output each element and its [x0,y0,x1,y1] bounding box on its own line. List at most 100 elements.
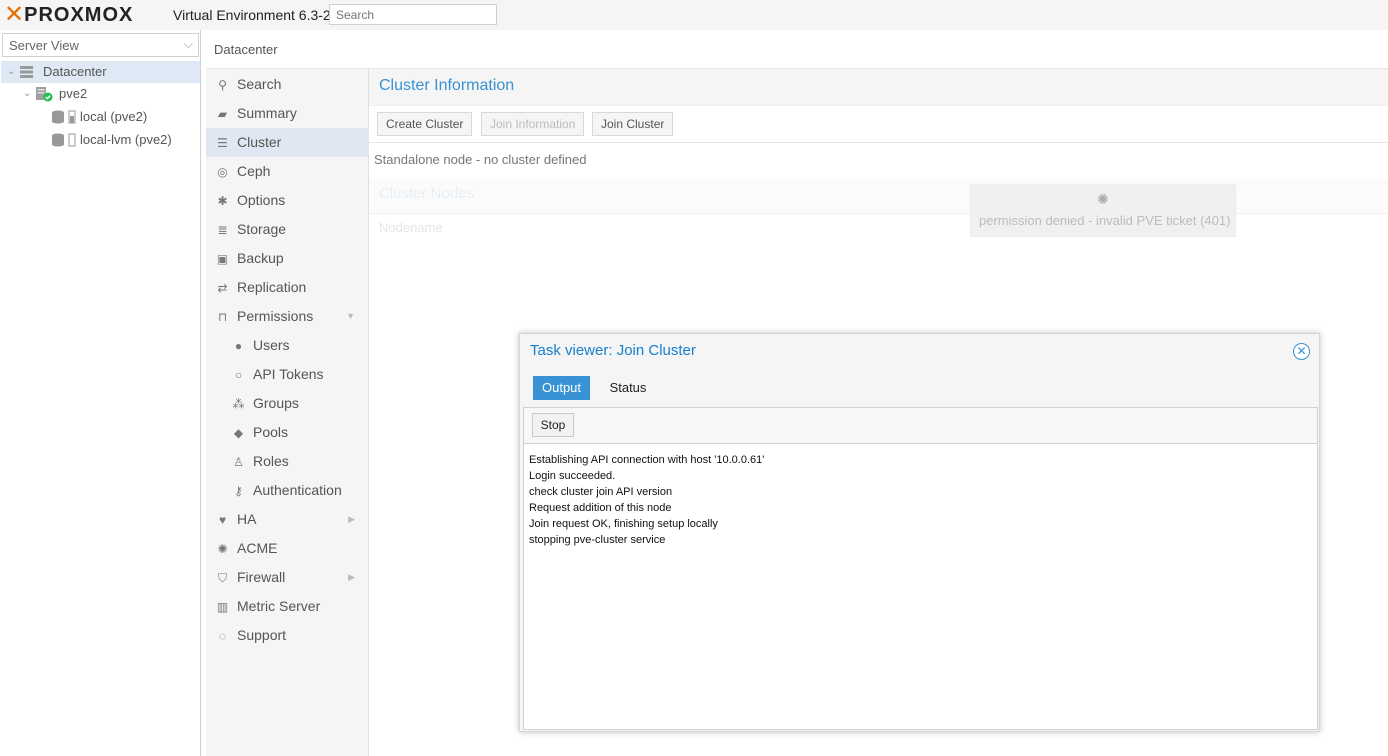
cluster-information-header: Cluster Information [369,69,1388,106]
nav-item-storage[interactable]: ≣ Storage [206,215,369,244]
logo-x-mark: ✕ [4,1,25,28]
nodename-column-header[interactable]: Nodename [379,220,443,235]
nav-item-users[interactable]: ● Users [206,331,369,360]
nav-item-label: Support [237,627,287,643]
storage-icon [52,133,76,147]
nav-item-label: Permissions [237,308,314,324]
log-line: stopping pve-cluster service [529,534,666,546]
nav-item-authentication[interactable]: ⚷ Authentication [206,476,369,505]
cluster-information-title: Cluster Information [379,77,515,94]
datacenter-icon [20,66,33,78]
task-viewer-title: Task viewer: Join Cluster [530,342,696,359]
nav-item-ha[interactable]: ♥ HA ▶ [206,505,369,534]
search-icon: ⚲ [218,78,227,92]
stop-button[interactable]: Stop [532,413,574,437]
tree-item-label: Datacenter [43,64,107,79]
nav-item-label: Backup [237,250,284,266]
nav-item-label: Storage [237,221,287,237]
nav-item-label: Pools [253,424,289,440]
nav-item-label: Options [237,192,286,208]
nav-item-cluster[interactable]: ☰ Cluster [206,128,369,157]
gear-icon: ✱ [217,194,228,208]
nav-item-label: ACME [237,540,278,556]
user-outline-icon: ○ [234,368,243,382]
collapse-icon[interactable]: ⌄ [23,83,31,105]
users-icon: ⁂ [232,397,245,411]
tab-status[interactable]: Status [603,376,653,400]
tab-output[interactable]: Output [533,376,590,400]
log-line: Establishing API connection with host '1… [529,454,765,466]
nav-item-label: Groups [253,395,299,411]
nav-item-label: Firewall [237,569,286,585]
nav-item-replication[interactable]: ⇄ Replication [206,273,369,302]
shield-icon: ⛉ [217,571,227,585]
nav-item-label: Cluster [237,134,282,150]
log-line: check cluster join API version [529,486,673,498]
server-icon: ☰ [217,136,228,150]
view-selector[interactable]: Server View ⌵ [2,33,199,57]
nav-item-metric-server[interactable]: ▥ Metric Server [206,592,369,621]
breadcrumb-label: Datacenter [214,42,278,57]
node-online-icon [36,87,53,102]
certificate-icon: ✺ [217,542,228,556]
nav-item-label: Search [237,76,282,92]
standalone-status-text: Standalone node - no cluster defined [374,152,587,167]
nav-item-label: Roles [253,453,289,469]
chevron-right-icon[interactable]: ▶ [348,563,355,592]
male-icon: ♙ [233,455,244,469]
datacenter-nav-menu: ⚲ Search ▰ Summary ☰ Cluster ◎ Ceph ✱ Op… [206,69,369,756]
nav-item-search[interactable]: ⚲ Search [206,70,369,99]
top-bar: ✕ PROXMOX Virtual Environment 6.3-2 [0,0,1388,30]
tree-item-pve2[interactable]: ⌄ pve2 [1,83,200,105]
floppy-icon: ▣ [216,252,229,266]
nav-item-support[interactable]: ◌ Support [206,621,369,650]
nav-item-firewall[interactable]: ⛉ Firewall ▶ [206,563,369,592]
nav-item-groups[interactable]: ⁂ Groups [206,389,369,418]
breadcrumb: Datacenter [206,30,1388,69]
tree-item-local-lvm[interactable]: local-lvm (pve2) [1,129,200,151]
join-information-button[interactable]: Join Information [481,112,585,136]
join-cluster-button[interactable]: Join Cluster [592,112,674,136]
create-cluster-button[interactable]: Create Cluster [377,112,473,136]
nav-item-label: Users [253,337,290,353]
heartbeat-icon: ♥ [218,513,227,527]
tree-item-label: local (pve2) [80,109,148,124]
spinner-icon: ✺ [1097,191,1109,207]
tree-item-label: pve2 [59,86,88,101]
comments-icon: ◌ [218,629,227,643]
unlock-icon: ⊓ [217,310,228,324]
nav-item-label: Ceph [237,163,271,179]
task-output-panel: Stop Establishing API connection with ho… [523,407,1318,730]
retweet-icon: ⇄ [217,281,228,295]
cluster-toolbar: Create Cluster Join Information Join Clu… [369,106,1388,143]
load-mask: ✺ permission denied - invalid PVE ticket… [970,184,1236,237]
resource-tree-panel: Server View ⌵ ⌄ Datacenter ⌄ pve2 local … [0,30,201,756]
nav-item-acme[interactable]: ✺ ACME [206,534,369,563]
nav-item-backup[interactable]: ▣ Backup [206,244,369,273]
collapse-icon[interactable]: ⌄ [7,61,15,83]
tree-item-local[interactable]: local (pve2) [1,106,200,128]
nav-item-options[interactable]: ✱ Options [206,186,369,215]
database-icon: ≣ [217,223,228,237]
storage-icon [52,110,76,124]
user-icon: ● [234,339,243,353]
tree-item-datacenter[interactable]: ⌄ Datacenter [1,61,200,83]
chevron-down-icon[interactable]: ▼ [346,302,355,331]
chevron-right-icon[interactable]: ▶ [348,505,355,534]
nav-item-pools[interactable]: ◆ Pools [206,418,369,447]
nav-item-roles[interactable]: ♙ Roles [206,447,369,476]
log-line: Login succeeded. [529,470,616,482]
log-line: Request addition of this node [529,502,672,514]
book-icon: ▰ [217,107,228,121]
search-input[interactable] [329,4,497,25]
ceph-icon: ◎ [217,165,228,179]
nav-item-ceph[interactable]: ◎ Ceph [206,157,369,186]
nav-item-api-tokens[interactable]: ○ API Tokens [206,360,369,389]
logo-wordmark: PROXMOX [24,4,134,26]
nav-item-label: API Tokens [253,366,324,382]
close-icon[interactable]: ✕ [1293,343,1310,360]
proxmox-logo: ✕ PROXMOX [4,3,133,27]
nav-item-permissions[interactable]: ⊓ Permissions ▼ [206,302,369,331]
tags-icon: ◆ [233,426,244,440]
nav-item-summary[interactable]: ▰ Summary [206,99,369,128]
